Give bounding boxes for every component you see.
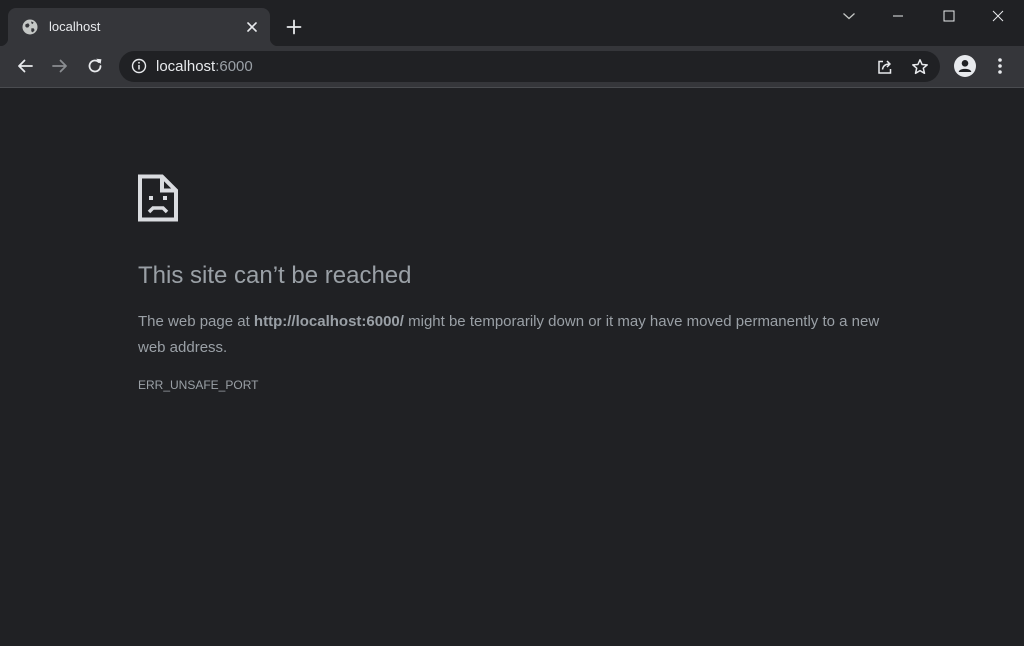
profile-button[interactable] xyxy=(951,52,979,80)
tab-title: localhost xyxy=(49,19,101,34)
toolbar: localhost:6000 xyxy=(0,46,1024,88)
error-description-prefix: The web page at xyxy=(138,313,254,330)
maximize-button[interactable] xyxy=(926,0,972,32)
page-content: This site can’t be reached The web page … xyxy=(0,88,1024,646)
close-icon xyxy=(992,10,1004,22)
url-text[interactable]: localhost:6000 xyxy=(156,58,253,75)
minimize-icon xyxy=(893,15,903,17)
tab-localhost[interactable]: localhost xyxy=(0,8,278,46)
tab-close-button[interactable] xyxy=(244,19,260,35)
back-button[interactable] xyxy=(11,52,39,80)
reload-icon xyxy=(88,58,102,73)
bookmark-button[interactable] xyxy=(908,55,932,79)
tab-search-button[interactable] xyxy=(826,0,872,32)
share-icon xyxy=(878,60,892,74)
kebab-menu-icon xyxy=(998,58,1002,74)
plus-icon xyxy=(286,19,302,35)
forward-button[interactable] xyxy=(46,52,74,80)
url-host: localhost xyxy=(156,58,216,75)
share-button[interactable] xyxy=(873,55,897,79)
new-tab-button[interactable] xyxy=(282,15,306,39)
maximize-icon xyxy=(943,10,955,22)
close-window-button[interactable] xyxy=(975,0,1021,32)
minimize-button[interactable] xyxy=(875,0,921,32)
reload-button[interactable] xyxy=(81,52,109,80)
arrow-right-icon xyxy=(52,59,67,73)
browser-window: localhost localhost:6000 This site can’t… xyxy=(0,0,1024,646)
star-icon xyxy=(912,59,928,75)
arrow-left-icon xyxy=(18,59,33,73)
error-url: http://localhost:6000/ xyxy=(253,313,404,330)
info-icon[interactable] xyxy=(131,58,147,74)
error-description: The web page at http://localhost:6000/ m… xyxy=(138,309,898,361)
url-port: :6000 xyxy=(215,58,253,75)
close-icon xyxy=(247,22,257,32)
address-bar[interactable]: localhost:6000 xyxy=(119,51,940,82)
globe-icon xyxy=(22,19,38,35)
person-icon xyxy=(954,55,976,77)
browser-menu-button[interactable] xyxy=(986,52,1014,80)
sad-page-icon xyxy=(138,174,178,222)
chevron-down-icon xyxy=(843,13,855,20)
error-code: ERR_UNSAFE_PORT xyxy=(138,378,259,392)
error-title: This site can’t be reached xyxy=(138,262,412,289)
title-bar: localhost xyxy=(0,0,1024,46)
